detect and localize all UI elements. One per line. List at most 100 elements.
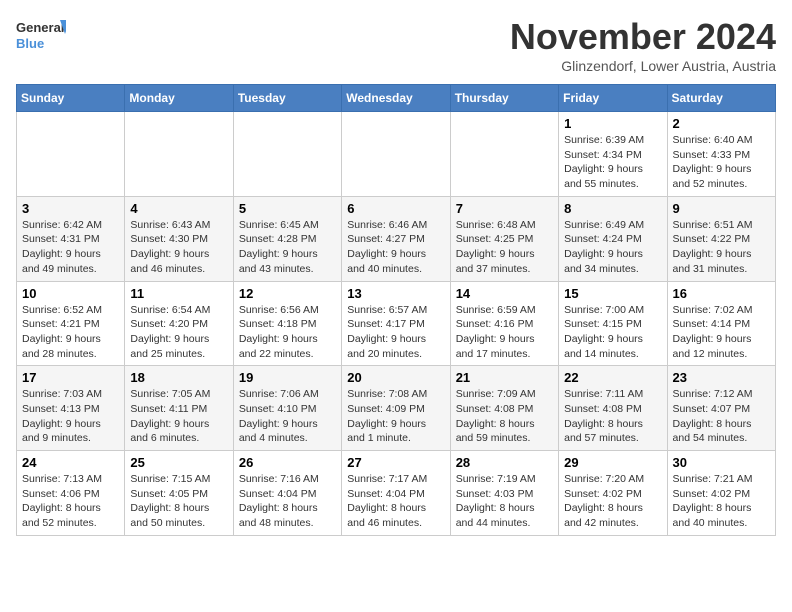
calendar-cell: 8 Sunrise: 6:49 AM Sunset: 4:24 PM Daylig…: [559, 196, 667, 281]
week-row-1: 1 Sunrise: 6:39 AM Sunset: 4:34 PM Daylig…: [17, 112, 776, 197]
day-number: 11: [130, 286, 227, 301]
logo-icon: General Blue: [16, 16, 66, 56]
header-row: SundayMondayTuesdayWednesdayThursdayFrid…: [17, 85, 776, 112]
month-title: November 2024: [510, 16, 776, 58]
calendar-cell: 10Sunrise: 6:52 AM Sunset: 4:21 PM Dayli…: [17, 281, 125, 366]
day-number: 18: [130, 370, 227, 385]
location: Glinzendorf, Lower Austria, Austria: [510, 58, 776, 74]
calendar-cell: 9 Sunrise: 6:51 AM Sunset: 4:22 PM Daylig…: [667, 196, 775, 281]
weekday-header-monday: Monday: [125, 85, 233, 112]
calendar-cell: 12 Sunrise: 6:56 AM Sunset: 4:18 PM Dayli…: [233, 281, 341, 366]
day-number: 22: [564, 370, 661, 385]
calendar-cell: [450, 112, 558, 197]
day-info: Sunrise: 7:21 AM Sunset: 4:02 PM Dayligh…: [673, 472, 770, 531]
calendar-table: SundayMondayTuesdayWednesdayThursdayFrid…: [16, 84, 776, 536]
day-info: Sunrise: 6:51 AM Sunset: 4:22 PM Dayligh…: [673, 218, 770, 277]
day-number: 2: [673, 116, 770, 131]
calendar-cell: 20 Sunrise: 7:08 AM Sunset: 4:09 PM Dayli…: [342, 366, 450, 451]
calendar-cell: 11 Sunrise: 6:54 AM Sunset: 4:20 PM Dayli…: [125, 281, 233, 366]
day-number: 27: [347, 455, 444, 470]
day-number: 3: [22, 201, 119, 216]
day-number: 9: [673, 201, 770, 216]
calendar-cell: 25Sunrise: 7:15 AM Sunset: 4:05 PM Dayli…: [125, 451, 233, 536]
calendar-cell: 2 Sunrise: 6:40 AM Sunset: 4:33 PM Daylig…: [667, 112, 775, 197]
calendar-cell: 27 Sunrise: 7:17 AM Sunset: 4:04 PM Dayli…: [342, 451, 450, 536]
week-row-2: 3 Sunrise: 6:42 AM Sunset: 4:31 PM Daylig…: [17, 196, 776, 281]
weekday-header-saturday: Saturday: [667, 85, 775, 112]
day-info: Sunrise: 6:49 AM Sunset: 4:24 PM Dayligh…: [564, 218, 661, 277]
day-number: 19: [239, 370, 336, 385]
day-info: Sunrise: 6:42 AM Sunset: 4:31 PM Dayligh…: [22, 218, 119, 277]
day-number: 14: [456, 286, 553, 301]
svg-text:Blue: Blue: [16, 36, 44, 51]
calendar-cell: 17Sunrise: 7:03 AM Sunset: 4:13 PM Dayli…: [17, 366, 125, 451]
logo: General Blue: [16, 16, 66, 56]
day-number: 7: [456, 201, 553, 216]
calendar-cell: 4 Sunrise: 6:43 AM Sunset: 4:30 PM Daylig…: [125, 196, 233, 281]
day-number: 6: [347, 201, 444, 216]
day-number: 13: [347, 286, 444, 301]
calendar-cell: 6 Sunrise: 6:46 AM Sunset: 4:27 PM Daylig…: [342, 196, 450, 281]
day-info: Sunrise: 7:05 AM Sunset: 4:11 PM Dayligh…: [130, 387, 227, 446]
day-info: Sunrise: 7:08 AM Sunset: 4:09 PM Dayligh…: [347, 387, 444, 446]
calendar-cell: 24 Sunrise: 7:13 AM Sunset: 4:06 PM Dayli…: [17, 451, 125, 536]
day-number: 8: [564, 201, 661, 216]
day-info: Sunrise: 7:12 AM Sunset: 4:07 PM Dayligh…: [673, 387, 770, 446]
calendar-cell: 7 Sunrise: 6:48 AM Sunset: 4:25 PM Daylig…: [450, 196, 558, 281]
day-number: 23: [673, 370, 770, 385]
day-number: 10: [22, 286, 119, 301]
day-info: Sunrise: 7:19 AM Sunset: 4:03 PM Dayligh…: [456, 472, 553, 531]
page-header: General Blue November 2024 Glinzendorf, …: [16, 16, 776, 74]
day-number: 4: [130, 201, 227, 216]
calendar-cell: 28 Sunrise: 7:19 AM Sunset: 4:03 PM Dayli…: [450, 451, 558, 536]
day-number: 28: [456, 455, 553, 470]
weekday-header-tuesday: Tuesday: [233, 85, 341, 112]
day-info: Sunrise: 7:02 AM Sunset: 4:14 PM Dayligh…: [673, 303, 770, 362]
weekday-header-friday: Friday: [559, 85, 667, 112]
day-number: 12: [239, 286, 336, 301]
day-info: Sunrise: 6:56 AM Sunset: 4:18 PM Dayligh…: [239, 303, 336, 362]
day-number: 20: [347, 370, 444, 385]
calendar-cell: 14 Sunrise: 6:59 AM Sunset: 4:16 PM Dayli…: [450, 281, 558, 366]
day-number: 1: [564, 116, 661, 131]
calendar-cell: [342, 112, 450, 197]
weekday-header-thursday: Thursday: [450, 85, 558, 112]
title-block: November 2024 Glinzendorf, Lower Austria…: [510, 16, 776, 74]
day-info: Sunrise: 7:00 AM Sunset: 4:15 PM Dayligh…: [564, 303, 661, 362]
day-info: Sunrise: 6:40 AM Sunset: 4:33 PM Dayligh…: [673, 133, 770, 192]
day-info: Sunrise: 6:59 AM Sunset: 4:16 PM Dayligh…: [456, 303, 553, 362]
week-row-5: 24 Sunrise: 7:13 AM Sunset: 4:06 PM Dayli…: [17, 451, 776, 536]
day-info: Sunrise: 7:13 AM Sunset: 4:06 PM Dayligh…: [22, 472, 119, 531]
day-info: Sunrise: 7:17 AM Sunset: 4:04 PM Dayligh…: [347, 472, 444, 531]
day-number: 21: [456, 370, 553, 385]
calendar-cell: 18 Sunrise: 7:05 AM Sunset: 4:11 PM Dayli…: [125, 366, 233, 451]
svg-text:General: General: [16, 20, 64, 35]
calendar-cell: 3 Sunrise: 6:42 AM Sunset: 4:31 PM Daylig…: [17, 196, 125, 281]
calendar-cell: 30Sunrise: 7:21 AM Sunset: 4:02 PM Dayli…: [667, 451, 775, 536]
calendar-cell: [17, 112, 125, 197]
day-number: 24: [22, 455, 119, 470]
calendar-cell: 16Sunrise: 7:02 AM Sunset: 4:14 PM Dayli…: [667, 281, 775, 366]
calendar-cell: 23 Sunrise: 7:12 AM Sunset: 4:07 PM Dayli…: [667, 366, 775, 451]
day-info: Sunrise: 7:09 AM Sunset: 4:08 PM Dayligh…: [456, 387, 553, 446]
day-info: Sunrise: 6:39 AM Sunset: 4:34 PM Dayligh…: [564, 133, 661, 192]
calendar-cell: [233, 112, 341, 197]
calendar-cell: 22 Sunrise: 7:11 AM Sunset: 4:08 PM Dayli…: [559, 366, 667, 451]
calendar-cell: 1 Sunrise: 6:39 AM Sunset: 4:34 PM Daylig…: [559, 112, 667, 197]
day-info: Sunrise: 6:54 AM Sunset: 4:20 PM Dayligh…: [130, 303, 227, 362]
day-info: Sunrise: 7:15 AM Sunset: 4:05 PM Dayligh…: [130, 472, 227, 531]
day-info: Sunrise: 7:03 AM Sunset: 4:13 PM Dayligh…: [22, 387, 119, 446]
calendar-cell: 15Sunrise: 7:00 AM Sunset: 4:15 PM Dayli…: [559, 281, 667, 366]
day-number: 29: [564, 455, 661, 470]
calendar-cell: 13Sunrise: 6:57 AM Sunset: 4:17 PM Dayli…: [342, 281, 450, 366]
day-info: Sunrise: 6:43 AM Sunset: 4:30 PM Dayligh…: [130, 218, 227, 277]
day-info: Sunrise: 7:16 AM Sunset: 4:04 PM Dayligh…: [239, 472, 336, 531]
week-row-4: 17Sunrise: 7:03 AM Sunset: 4:13 PM Dayli…: [17, 366, 776, 451]
calendar-cell: 5Sunrise: 6:45 AM Sunset: 4:28 PM Daylig…: [233, 196, 341, 281]
day-info: Sunrise: 6:46 AM Sunset: 4:27 PM Dayligh…: [347, 218, 444, 277]
day-info: Sunrise: 7:06 AM Sunset: 4:10 PM Dayligh…: [239, 387, 336, 446]
day-info: Sunrise: 6:48 AM Sunset: 4:25 PM Dayligh…: [456, 218, 553, 277]
week-row-3: 10Sunrise: 6:52 AM Sunset: 4:21 PM Dayli…: [17, 281, 776, 366]
day-info: Sunrise: 7:11 AM Sunset: 4:08 PM Dayligh…: [564, 387, 661, 446]
day-info: Sunrise: 7:20 AM Sunset: 4:02 PM Dayligh…: [564, 472, 661, 531]
